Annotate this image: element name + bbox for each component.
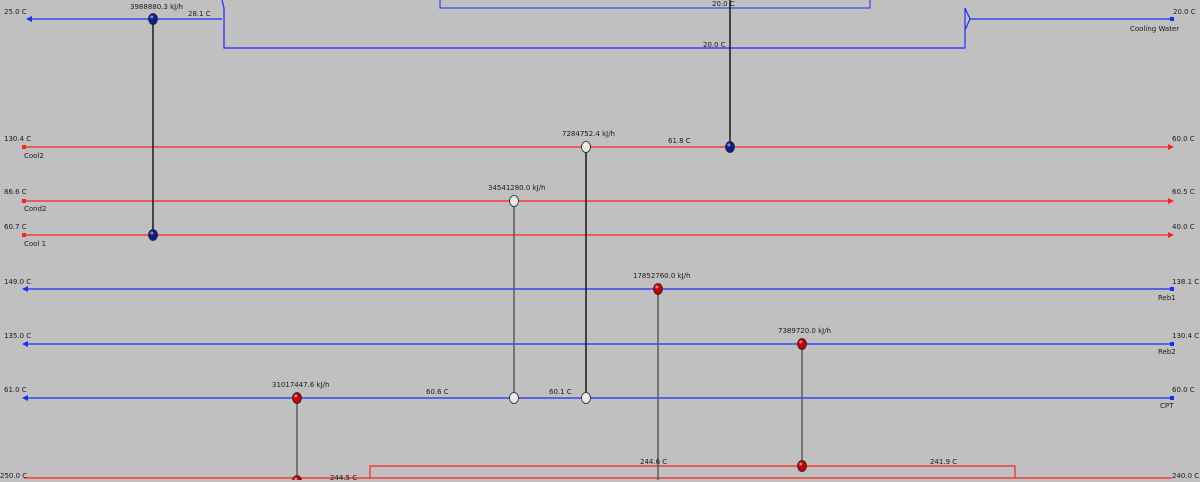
duty-label-ex2: 7284752.4 kJ/h bbox=[562, 130, 615, 138]
cooling-water-inner-loop bbox=[439, 0, 871, 9]
cpt-mid-temp-2: 60.1 C bbox=[549, 388, 572, 396]
reb2-arrow bbox=[22, 341, 28, 347]
ex1-node-bottom-highlight bbox=[150, 231, 154, 235]
ex6-node-top-shape bbox=[292, 392, 302, 404]
ex5-node-top[interactable] bbox=[797, 338, 807, 350]
cool1-left-temp: 60.7 C bbox=[4, 223, 27, 231]
cpt-name: CPT bbox=[1160, 402, 1174, 410]
bottom-mid-temp-2: 244.6 C bbox=[640, 458, 668, 466]
ex1-node-top[interactable] bbox=[148, 13, 158, 25]
ex1-node-bottom[interactable] bbox=[148, 229, 158, 241]
duty-label-ex4: 17852760.0 kJ/h bbox=[633, 272, 691, 280]
cooling-water-top-temp: 20.0 C bbox=[712, 0, 735, 8]
ex5-node-top-shape bbox=[797, 338, 807, 350]
duty-label-ex6: 31017447.6 kJ/h bbox=[272, 381, 330, 389]
ex3-node-top[interactable] bbox=[509, 195, 519, 207]
cooling-water-bottom-temp: 20.0 C bbox=[703, 41, 726, 49]
reb2-start-marker bbox=[1170, 342, 1174, 346]
cool2-name: Cool2 bbox=[24, 152, 44, 160]
grid-canvas bbox=[22, 0, 1174, 481]
bottom-left-temp: 250.0 C bbox=[0, 472, 28, 480]
ex2-node-top-highlight bbox=[583, 143, 587, 147]
reb1-arrow bbox=[22, 286, 28, 292]
reb1-right-temp: 138.1 C bbox=[1172, 278, 1200, 286]
cool2-start-marker bbox=[22, 145, 26, 149]
ex4-node-top-shape bbox=[653, 283, 663, 295]
ex3-node-top-shape bbox=[509, 195, 519, 207]
cool2-mid-temp: 61.8 C bbox=[668, 137, 691, 145]
heat-exchanger-grid-diagram: 25.0 C 28.1 C 20.0 C 20.0 C 20.0 C Cooli… bbox=[0, 0, 1200, 482]
cond2-start-marker bbox=[22, 199, 26, 203]
bottom-mid-temp-3: 241.9 C bbox=[930, 458, 958, 466]
cond2-left-temp: 86.6 C bbox=[4, 188, 27, 196]
cool2-arrow bbox=[1168, 144, 1174, 150]
cpt-right-temp: 60.0 C bbox=[1172, 386, 1195, 394]
reb2-left-temp: 135.0 C bbox=[4, 332, 32, 340]
ex1-node-top-shape bbox=[148, 13, 158, 25]
streams-layer bbox=[22, 0, 1174, 479]
ex5-node-bottom[interactable] bbox=[797, 460, 807, 472]
ex3-node-bottom-highlight bbox=[511, 394, 515, 398]
ex3-node-bottom[interactable] bbox=[509, 392, 519, 404]
ex2-node-top-shape bbox=[581, 141, 591, 153]
ex2-node-bottom-highlight bbox=[583, 394, 587, 398]
ex6-node-top[interactable] bbox=[292, 392, 302, 404]
reb2-name: Reb2 bbox=[1158, 348, 1176, 356]
cool2-cooler-node[interactable] bbox=[725, 141, 735, 153]
ex4-node-top-highlight bbox=[655, 285, 659, 289]
duty-label-ex5: 7389720.0 kJ/h bbox=[778, 327, 831, 335]
ex3-node-top-highlight bbox=[511, 197, 515, 201]
ex6-node-top-highlight bbox=[294, 394, 298, 398]
cooling-water-inlet-temp: 20.0 C bbox=[1173, 8, 1196, 16]
reb1-name: Reb1 bbox=[1158, 294, 1176, 302]
ex3-node-bottom-shape bbox=[509, 392, 519, 404]
cooling-water-loop bbox=[221, 0, 971, 49]
cpt-start-marker bbox=[1170, 396, 1174, 400]
reb1-start-marker bbox=[1170, 287, 1174, 291]
cooling-water-outlet-temp: 25.0 C bbox=[4, 8, 27, 16]
cpt-mid-temp-1: 60.6 C bbox=[426, 388, 449, 396]
cool1-right-temp: 40.0 C bbox=[1172, 223, 1195, 231]
cond2-name: Cond2 bbox=[24, 205, 47, 213]
ex5-node-bottom-shape bbox=[797, 460, 807, 472]
ex1-node-top-highlight bbox=[150, 15, 154, 19]
cool1-start-marker bbox=[22, 233, 26, 237]
cpt-left-temp: 61.0 C bbox=[4, 386, 27, 394]
ex5-node-top-highlight bbox=[799, 340, 803, 344]
cond2-arrow bbox=[1168, 198, 1174, 204]
duty-label-ex3: 34541280.0 kJ/h bbox=[488, 184, 546, 192]
cool2-cooler-node-shape bbox=[725, 141, 735, 153]
cool2-cooler-node-highlight bbox=[727, 143, 731, 147]
cool2-right-temp: 60.0 C bbox=[1172, 135, 1195, 143]
ex5-node-bottom-highlight bbox=[799, 462, 803, 466]
cooling-water-arrow bbox=[26, 16, 32, 22]
reb2-right-temp: 130.4 C bbox=[1172, 332, 1200, 340]
cond2-right-temp: 60.5 C bbox=[1172, 188, 1195, 196]
nodes-layer bbox=[148, 13, 807, 481]
cool1-arrow bbox=[1168, 232, 1174, 238]
duty-label-ex1: 3988880.3 kJ/h bbox=[130, 3, 183, 11]
bottom-stream-split bbox=[369, 465, 1016, 478]
reb1-left-temp: 149.0 C bbox=[4, 278, 32, 286]
bottom-mid-temp-1: 244.5 C bbox=[330, 474, 358, 482]
cpt-arrow bbox=[22, 395, 28, 401]
cooling-water-name: Cooling Water bbox=[1130, 25, 1180, 33]
ex4-node-top[interactable] bbox=[653, 283, 663, 295]
cooling-water-endpoint bbox=[1170, 17, 1174, 21]
cool1-name: Cool 1 bbox=[24, 240, 47, 248]
cooling-water-mid-temp: 28.1 C bbox=[188, 10, 211, 18]
cool2-left-temp: 130.4 C bbox=[4, 135, 32, 143]
ex1-node-bottom-shape bbox=[148, 229, 158, 241]
bottom-right-temp: 240.0 C bbox=[1172, 472, 1200, 480]
ex2-node-bottom[interactable] bbox=[581, 392, 591, 404]
ex6-node-bottom[interactable] bbox=[292, 475, 302, 481]
ex2-node-top[interactable] bbox=[581, 141, 591, 153]
ex2-node-bottom-shape bbox=[581, 392, 591, 404]
connectors-layer bbox=[152, 0, 803, 480]
